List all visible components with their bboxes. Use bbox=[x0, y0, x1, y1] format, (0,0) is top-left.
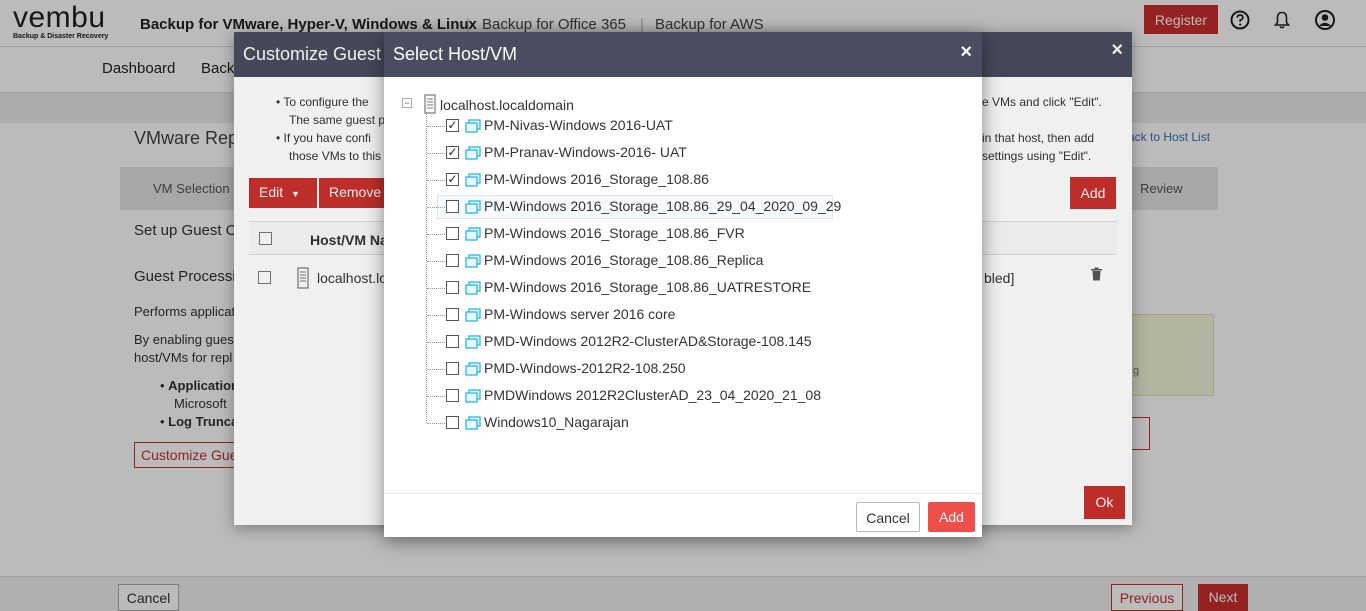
vm-tree-item[interactable]: PMDWindows 2012R2ClusterAD_23_04_2020_21… bbox=[427, 384, 867, 408]
tree-connector bbox=[427, 342, 445, 343]
vm-label: PMD-Windows-2012R2-108.250 bbox=[484, 360, 686, 376]
vm-checkbox[interactable] bbox=[446, 416, 459, 429]
vm-icon bbox=[465, 335, 481, 349]
tree-connector bbox=[427, 207, 445, 208]
vm-label: PM-Nivas-Windows 2016-UAT bbox=[484, 117, 673, 133]
vm-tree-item[interactable]: Windows10_Nagarajan bbox=[427, 411, 867, 435]
vm-checkbox[interactable] bbox=[446, 200, 459, 213]
cancel-button[interactable]: Cancel bbox=[856, 502, 920, 532]
tree-connector bbox=[427, 396, 445, 397]
vm-checkbox[interactable]: ✓ bbox=[446, 119, 459, 132]
vm-tree-item[interactable]: ✓ PM-Pranav-Windows-2016- UAT bbox=[427, 141, 867, 165]
select-host-vm-modal: Select Host/VM × − localhost.localdomain… bbox=[384, 32, 982, 537]
vm-icon bbox=[465, 389, 481, 403]
vm-label: PMD-Windows 2012R2-ClusterAD&Storage-108… bbox=[484, 333, 812, 349]
vm-tree-item[interactable]: PM-Windows 2016_Storage_108.86_Replica bbox=[427, 249, 867, 273]
vm-tree-item[interactable]: PM-Windows 2016_Storage_108.86_29_04_202… bbox=[427, 195, 867, 219]
tree-root-label[interactable]: localhost.localdomain bbox=[440, 97, 574, 113]
vm-icon bbox=[465, 146, 481, 160]
server-icon bbox=[424, 94, 436, 114]
vm-tree-item[interactable]: PM-Windows 2016_Storage_108.86_FVR bbox=[427, 222, 867, 246]
tree-connector bbox=[427, 369, 445, 370]
vm-icon bbox=[465, 362, 481, 376]
vm-tree-item[interactable]: ✓ PM-Windows 2016_Storage_108.86 bbox=[427, 168, 867, 192]
vm-icon bbox=[465, 200, 481, 214]
tree-connector bbox=[427, 423, 445, 424]
tree-connector bbox=[427, 180, 445, 181]
select-modal-title: Select Host/VM bbox=[393, 44, 518, 64]
vm-label: PM-Windows 2016_Storage_108.86 bbox=[484, 171, 709, 187]
vm-checkbox[interactable] bbox=[446, 335, 459, 348]
vm-tree-item[interactable]: ✓ PM-Nivas-Windows 2016-UAT bbox=[427, 114, 867, 138]
vm-label: PM-Windows 2016_Storage_108.86_FVR bbox=[484, 225, 745, 241]
vm-checkbox[interactable] bbox=[446, 389, 459, 402]
vm-checkbox[interactable] bbox=[446, 281, 459, 294]
vm-tree-item[interactable]: PMD-Windows 2012R2-ClusterAD&Storage-108… bbox=[427, 330, 867, 354]
vm-checkbox[interactable] bbox=[446, 362, 459, 375]
tree-connector bbox=[427, 153, 445, 154]
tree-connector bbox=[427, 288, 445, 289]
tree-connector bbox=[427, 234, 445, 235]
close-icon[interactable]: × bbox=[960, 41, 972, 64]
add-button[interactable]: Add bbox=[928, 502, 975, 532]
vm-tree-item[interactable]: PM-Windows server 2016 core bbox=[427, 303, 867, 327]
vm-checkbox[interactable]: ✓ bbox=[446, 146, 459, 159]
tree-connector bbox=[427, 126, 445, 127]
vm-label: PMDWindows 2012R2ClusterAD_23_04_2020_21… bbox=[484, 387, 821, 403]
vm-checkbox[interactable] bbox=[446, 227, 459, 240]
vm-icon bbox=[465, 308, 481, 322]
vm-checkbox[interactable]: ✓ bbox=[446, 173, 459, 186]
vm-icon bbox=[465, 119, 481, 133]
collapse-icon[interactable]: − bbox=[402, 98, 412, 108]
vm-label: Windows10_Nagarajan bbox=[484, 414, 629, 430]
select-modal-footer: Cancel Add bbox=[384, 493, 982, 537]
vm-label: PM-Windows 2016_Storage_108.86_Replica bbox=[484, 252, 764, 268]
tree-connector bbox=[427, 315, 445, 316]
tree-connector bbox=[427, 261, 445, 262]
vm-label: PM-Pranav-Windows-2016- UAT bbox=[484, 144, 687, 160]
vm-label: PM-Windows 2016_Storage_108.86_29_04_202… bbox=[484, 198, 842, 214]
vm-checkbox[interactable] bbox=[446, 254, 459, 267]
vm-icon bbox=[465, 173, 481, 187]
vm-icon bbox=[465, 227, 481, 241]
vm-icon bbox=[465, 254, 481, 268]
vm-label: PM-Windows server 2016 core bbox=[484, 306, 676, 322]
vm-icon bbox=[465, 416, 481, 430]
vm-tree-item[interactable]: PMD-Windows-2012R2-108.250 bbox=[427, 357, 867, 381]
vm-icon bbox=[465, 281, 481, 295]
vm-tree-item[interactable]: PM-Windows 2016_Storage_108.86_UATRESTOR… bbox=[427, 276, 867, 300]
vm-label: PM-Windows 2016_Storage_108.86_UATRESTOR… bbox=[484, 279, 812, 295]
select-modal-header: Select Host/VM × bbox=[384, 32, 982, 77]
vm-checkbox[interactable] bbox=[446, 308, 459, 321]
